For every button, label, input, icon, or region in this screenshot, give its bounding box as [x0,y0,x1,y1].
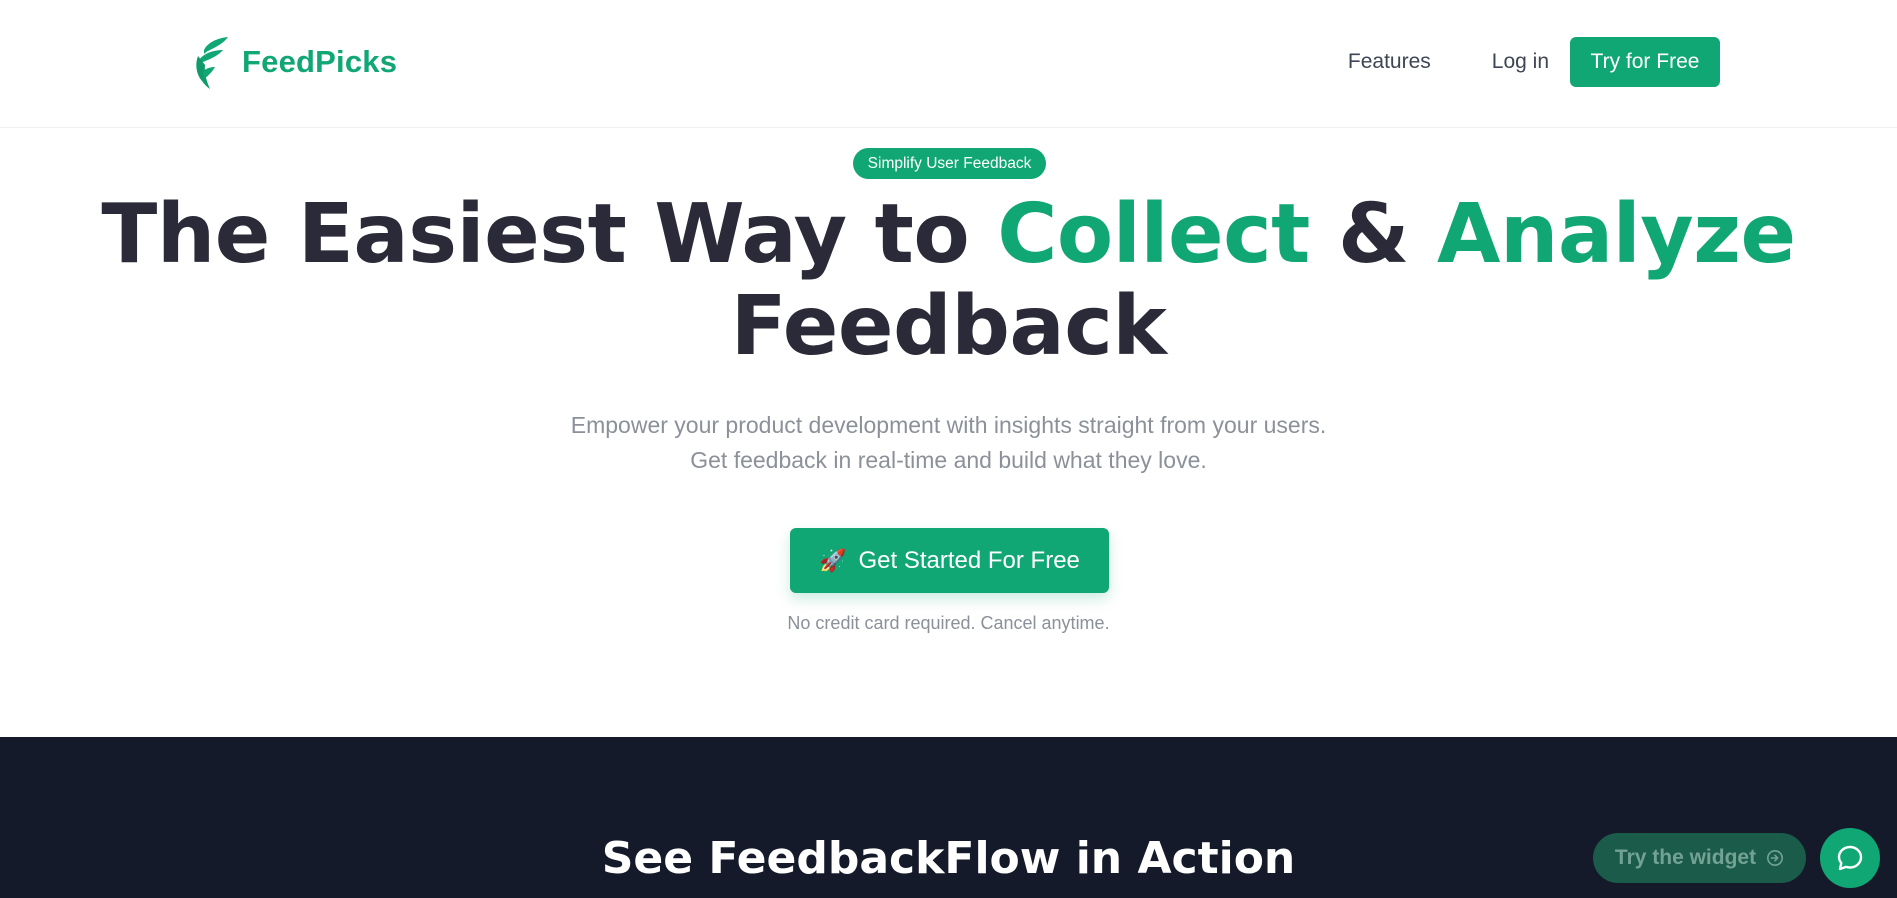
arrow-right-circle-icon [1767,849,1784,867]
hero-headline: The Easiest Way to Collect & Analyze Feed… [0,189,1897,373]
chat-bubble-icon [1837,845,1863,871]
headline-accent-analyze: Analyze [1437,187,1796,282]
headline-text-2: & [1309,187,1437,282]
try-widget-label: Try the widget [1614,846,1757,869]
cta-note: No credit card required. Cancel anytime. [787,613,1110,633]
page: FeedPicks Features Log in Try for Free S… [0,0,1897,898]
site-header: FeedPicks Features Log in Try for Free [0,0,1897,128]
brand-name: FeedPicks [242,44,398,79]
headline-accent-collect: Collect [997,187,1310,282]
subtitle-line-1: Empower your product development with in… [570,412,1327,438]
logo-link[interactable]: FeedPicks [190,34,397,90]
get-started-label: Get Started For Free [858,546,1080,574]
try-widget-button[interactable]: Try the widget [1593,833,1806,883]
hero-badge: Simplify User Feedback [853,148,1046,179]
get-started-button[interactable]: 🚀 Get Started For Free [790,528,1109,593]
rocket-icon: 🚀 [819,547,847,573]
chat-launcher-button[interactable] [1820,828,1880,888]
headline-text-3: Feedback [730,279,1167,374]
hero-subtitle: Empower your product development with in… [0,408,1897,478]
headline-text-1: The Easiest Way to [101,187,998,282]
nav-login-link[interactable]: Log in [1492,50,1549,74]
subtitle-line-2: Get feedback in real-time and build what… [690,447,1207,473]
nav-features-link[interactable]: Features [1348,50,1431,74]
try-for-free-button[interactable]: Try for Free [1570,37,1720,87]
feedpicks-logo-icon [196,37,228,89]
main-nav: Features Log in Try for Free [1348,37,1720,87]
